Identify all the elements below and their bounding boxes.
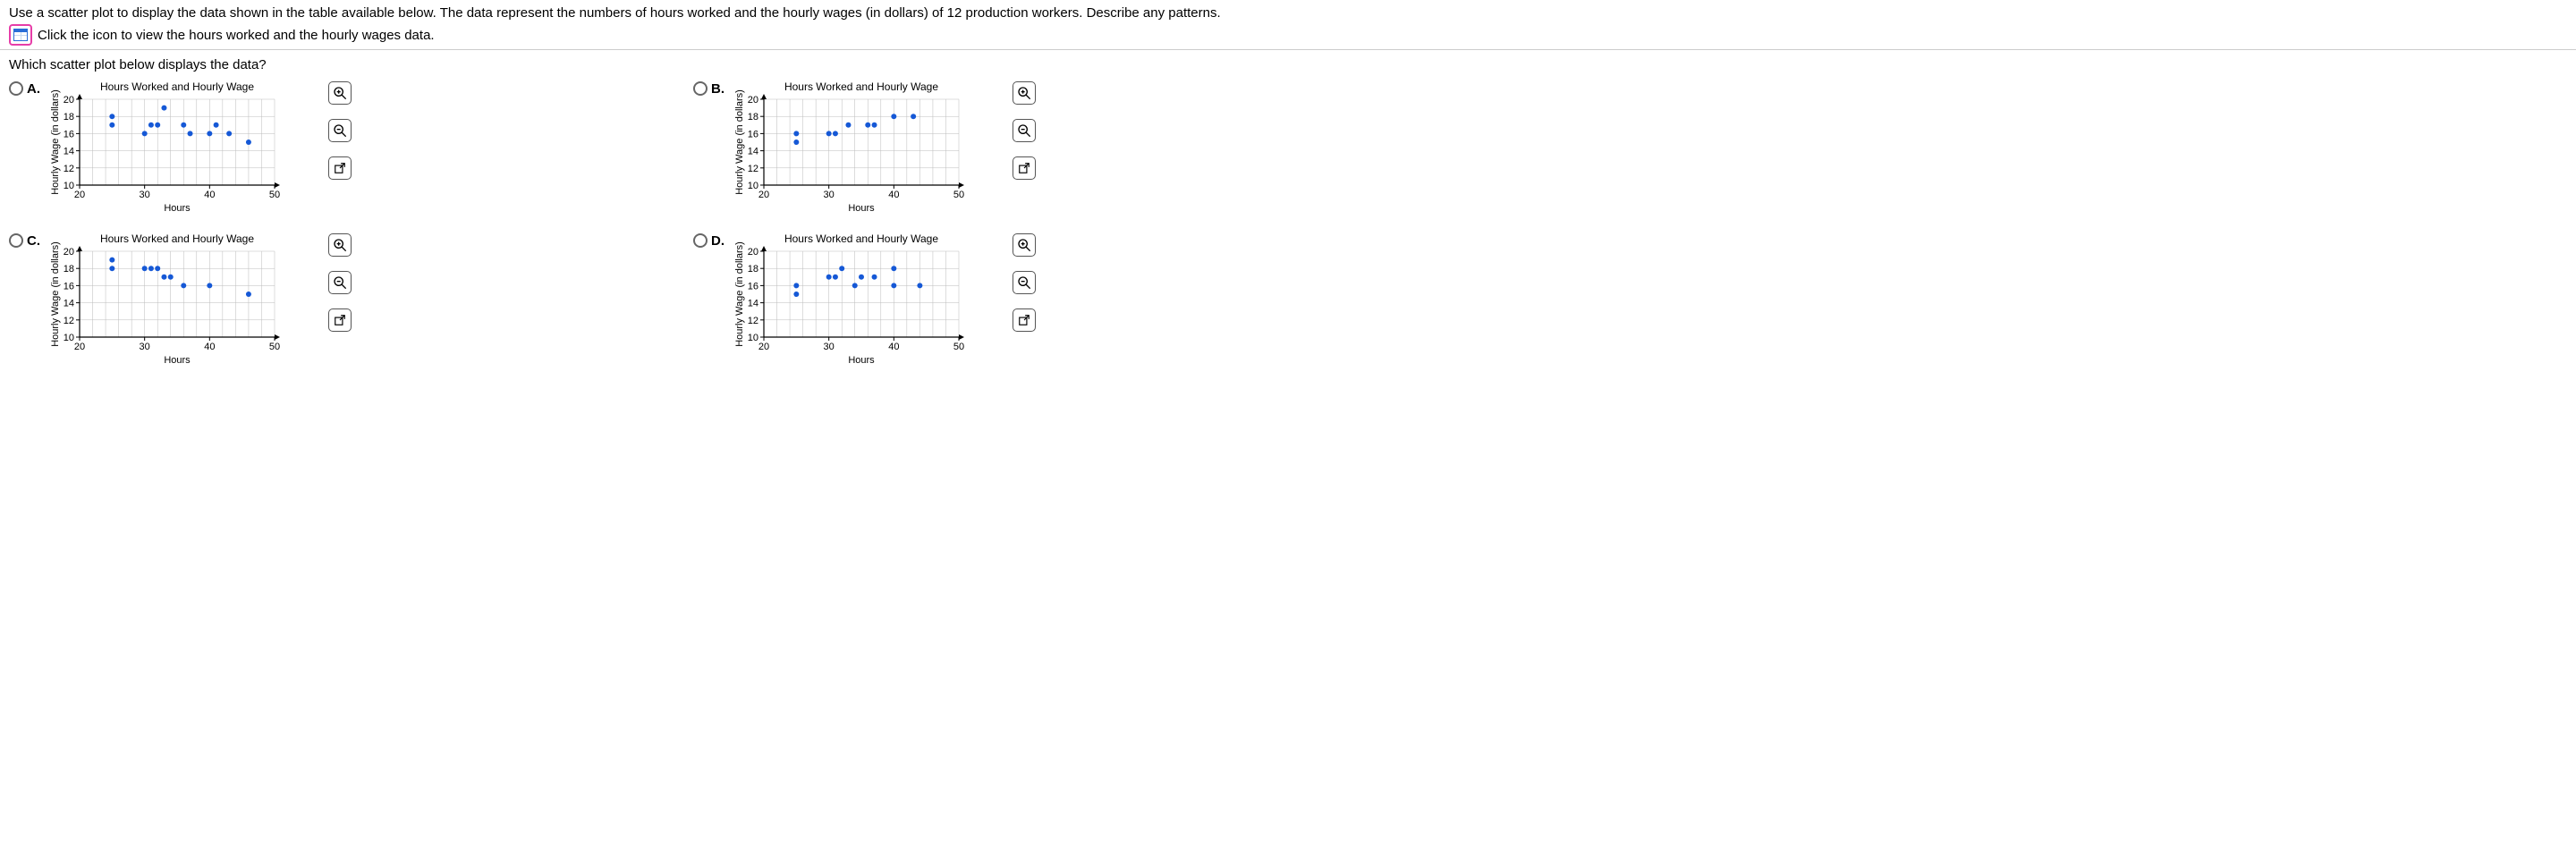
svg-text:50: 50 xyxy=(953,342,964,352)
svg-text:20: 20 xyxy=(74,190,85,200)
choice-label-c: C. xyxy=(27,234,40,248)
popout-button[interactable] xyxy=(1013,308,1036,332)
problem-intro: Use a scatter plot to display the data s… xyxy=(9,5,2567,21)
svg-text:12: 12 xyxy=(748,164,758,174)
scatter-plot-a: Hours Worked and Hourly Wage 20 30 40 50 10 12… xyxy=(49,80,309,214)
svg-text:Hours: Hours xyxy=(848,203,875,214)
svg-text:30: 30 xyxy=(824,190,835,200)
svg-text:20: 20 xyxy=(748,95,758,106)
svg-text:16: 16 xyxy=(64,281,74,292)
zoom-in-button[interactable] xyxy=(1013,233,1036,257)
svg-text:14: 14 xyxy=(748,147,758,157)
svg-text:10: 10 xyxy=(748,181,758,191)
radio-b[interactable] xyxy=(693,81,708,96)
zoom-out-button[interactable] xyxy=(328,271,352,294)
svg-text:Hours: Hours xyxy=(164,203,191,214)
svg-text:20: 20 xyxy=(748,247,758,258)
svg-text:Hours Worked and Hourly Wage: Hours Worked and Hourly Wage xyxy=(100,232,254,245)
svg-text:12: 12 xyxy=(64,164,74,174)
divider xyxy=(0,49,2576,50)
radio-a[interactable] xyxy=(9,81,23,96)
svg-text:20: 20 xyxy=(758,342,769,352)
svg-text:20: 20 xyxy=(64,247,74,258)
svg-text:20: 20 xyxy=(758,190,769,200)
svg-text:18: 18 xyxy=(748,264,758,275)
svg-text:Hourly Wage (in dollars): Hourly Wage (in dollars) xyxy=(734,241,745,347)
svg-text:16: 16 xyxy=(64,129,74,139)
svg-text:Hours: Hours xyxy=(848,355,875,366)
choice-a[interactable]: A. Hours Worked and Hourly Wage 20 30 40 50 1… xyxy=(9,80,693,214)
zoom-in-button[interactable] xyxy=(328,233,352,257)
scatter-plot-c: Hours Worked and Hourly Wage 20 30 40 50 10 12… xyxy=(49,232,309,366)
svg-text:18: 18 xyxy=(748,112,758,123)
zoom-in-button[interactable] xyxy=(328,81,352,105)
svg-text:50: 50 xyxy=(953,190,964,200)
zoom-out-button[interactable] xyxy=(1013,271,1036,294)
svg-text:Hourly Wage (in dollars): Hourly Wage (in dollars) xyxy=(50,89,61,195)
svg-text:14: 14 xyxy=(64,147,74,157)
svg-text:14: 14 xyxy=(748,299,758,309)
svg-text:10: 10 xyxy=(64,333,74,343)
choice-label-a: A. xyxy=(27,82,40,96)
svg-text:Hours: Hours xyxy=(164,355,191,366)
svg-text:40: 40 xyxy=(204,190,215,200)
zoom-in-button[interactable] xyxy=(1013,81,1036,105)
popout-button[interactable] xyxy=(1013,156,1036,180)
choice-c[interactable]: C. Hours Worked and Hourly Wage 20 30 40 50 1… xyxy=(9,232,693,366)
view-data-table-button[interactable] xyxy=(9,24,32,46)
svg-text:14: 14 xyxy=(64,299,74,309)
choice-label-b: B. xyxy=(711,82,724,96)
scatter-plot-d: Hours Worked and Hourly Wage 20 30 40 50 10 12… xyxy=(733,232,993,366)
svg-text:50: 50 xyxy=(269,190,280,200)
popout-button[interactable] xyxy=(328,308,352,332)
scatter-plot-b: Hours Worked and Hourly Wage 20 30 40 50 10 12… xyxy=(733,80,993,214)
svg-text:30: 30 xyxy=(140,190,150,200)
svg-text:40: 40 xyxy=(888,342,899,352)
svg-text:40: 40 xyxy=(888,190,899,200)
svg-text:10: 10 xyxy=(748,333,758,343)
radio-d[interactable] xyxy=(693,233,708,248)
svg-text:Hourly Wage (in dollars): Hourly Wage (in dollars) xyxy=(734,89,745,195)
svg-text:16: 16 xyxy=(748,129,758,139)
choice-b[interactable]: B. Hours Worked and Hourly Wage 20 30 40 50 1… xyxy=(693,80,1377,214)
popout-button[interactable] xyxy=(328,156,352,180)
zoom-out-button[interactable] xyxy=(328,119,352,142)
svg-text:30: 30 xyxy=(824,342,835,352)
svg-text:Hours Worked and Hourly Wage: Hours Worked and Hourly Wage xyxy=(784,80,938,93)
choice-label-d: D. xyxy=(711,234,724,248)
svg-text:12: 12 xyxy=(748,316,758,326)
svg-text:30: 30 xyxy=(140,342,150,352)
svg-text:20: 20 xyxy=(64,95,74,106)
svg-text:18: 18 xyxy=(64,264,74,275)
svg-text:Hours Worked and Hourly Wage: Hours Worked and Hourly Wage xyxy=(784,232,938,245)
table-icon xyxy=(13,29,28,41)
icon-line-text: Click the icon to view the hours worked … xyxy=(38,28,435,43)
svg-text:16: 16 xyxy=(748,281,758,292)
svg-text:40: 40 xyxy=(204,342,215,352)
choice-d[interactable]: D. Hours Worked and Hourly Wage 20 30 40 50 1… xyxy=(693,232,1377,366)
svg-text:20: 20 xyxy=(74,342,85,352)
radio-c[interactable] xyxy=(9,233,23,248)
question-text: Which scatter plot below displays the da… xyxy=(0,57,2576,80)
svg-text:50: 50 xyxy=(269,342,280,352)
zoom-out-button[interactable] xyxy=(1013,119,1036,142)
svg-text:10: 10 xyxy=(64,181,74,191)
svg-text:Hourly Wage (in dollars): Hourly Wage (in dollars) xyxy=(50,241,61,347)
svg-text:18: 18 xyxy=(64,112,74,123)
svg-text:Hours Worked and Hourly Wage: Hours Worked and Hourly Wage xyxy=(100,80,254,93)
svg-text:12: 12 xyxy=(64,316,74,326)
